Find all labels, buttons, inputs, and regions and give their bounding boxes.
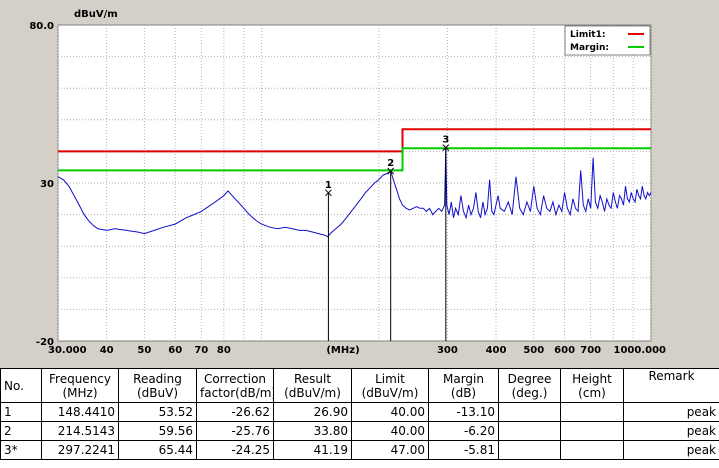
results-table: No. Frequency (MHz) Reading (dBuV) Correct… (0, 368, 719, 460)
cell-correction: -24.25 (196, 440, 274, 460)
x-tick-label: 80 (217, 345, 231, 356)
cell-no: 2 (0, 421, 42, 441)
cell-no: 3* (0, 440, 42, 460)
x-tick-label: 600 (554, 345, 575, 356)
cell-result: 41.19 (273, 440, 352, 460)
cell-margin: -5.81 (428, 440, 499, 460)
header-degree: Degree (deg.) (498, 368, 561, 403)
x-tick-label: 700 (580, 345, 601, 356)
cell-result: 26.90 (273, 402, 352, 422)
cell-limit: 40.00 (351, 402, 429, 422)
cell-degree (498, 421, 561, 441)
table-row: 3* 297.2241 65.44 -24.25 41.19 47.00 -5.… (0, 440, 719, 460)
marker-label: 2 (387, 158, 394, 169)
cell-remark: peak (623, 402, 719, 422)
x-tick-label: 70 (194, 345, 208, 356)
header-reading: Reading (dBuV) (118, 368, 197, 403)
x-tick-label: 1000.000 (613, 345, 666, 356)
cell-margin: -6.20 (428, 421, 499, 441)
cell-limit: 40.00 (351, 421, 429, 441)
cell-height (560, 421, 624, 441)
cell-height (560, 440, 624, 460)
cell-frequency: 148.4410 (41, 402, 119, 422)
cell-reading: 65.44 (118, 440, 197, 460)
x-tick-label: 60 (168, 345, 182, 356)
x-tick-label: 40 (100, 345, 114, 356)
x-tick-label: 500 (523, 345, 544, 356)
header-result: Result (dBuV/m) (273, 368, 352, 403)
header-frequency: Frequency (MHz) (41, 368, 119, 403)
emission-chart: 80.030-20dBuV/m30.000 40 50 60 70 80 300 400 500… (29, 9, 666, 356)
x-tick-label: 50 (137, 345, 151, 356)
table-row: 2 214.5143 59.56 -25.76 33.80 40.00 -6.2… (0, 421, 719, 441)
y-tick-label: 30 (40, 179, 54, 190)
legend-label: Limit1: (570, 30, 605, 40)
x-tick-label: 30.000 (48, 345, 87, 356)
cell-degree (498, 440, 561, 460)
header-height: Height (cm) (560, 368, 624, 403)
cell-remark: peak (623, 421, 719, 441)
header-no: No. (0, 368, 42, 403)
cell-reading: 59.56 (118, 421, 197, 441)
cell-frequency: 297.2241 (41, 440, 119, 460)
table-header-row: No. Frequency (MHz) Reading (dBuV) Correct… (0, 368, 719, 403)
cell-remark: peak (623, 440, 719, 460)
y-tick-label: 80.0 (29, 21, 54, 32)
x-tick-label: 400 (486, 345, 507, 356)
header-correction: Correction factor(dB/m) (196, 368, 274, 403)
cell-degree (498, 402, 561, 422)
y-axis-unit-label: dBuV/m (74, 9, 118, 20)
cell-height (560, 402, 624, 422)
chart-panel: 80.0 30 -20 dBuV/m 30.000 40 50 60 70 80 300 400 500… (0, 0, 719, 368)
cell-reading: 53.52 (118, 402, 197, 422)
x-axis-unit-label: (MHz) (326, 345, 359, 356)
marker-label: 3 (442, 135, 449, 146)
cell-no: 1 (0, 402, 42, 422)
header-remark: Remark (623, 368, 719, 403)
cell-correction: -26.62 (196, 402, 274, 422)
cell-margin: -13.10 (428, 402, 499, 422)
cell-correction: -25.76 (196, 421, 274, 441)
header-margin: Margin (dB) (428, 368, 499, 403)
cell-limit: 47.00 (351, 440, 429, 460)
cell-frequency: 214.5143 (41, 421, 119, 441)
table-row: 1 148.4410 53.52 -26.62 26.90 40.00 -13.… (0, 402, 719, 422)
legend-label: Margin: (570, 43, 609, 53)
x-tick-label: 300 (437, 345, 458, 356)
marker-label: 1 (325, 180, 332, 191)
cell-result: 33.80 (273, 421, 352, 441)
header-limit: Limit (dBuV/m) (351, 368, 429, 403)
